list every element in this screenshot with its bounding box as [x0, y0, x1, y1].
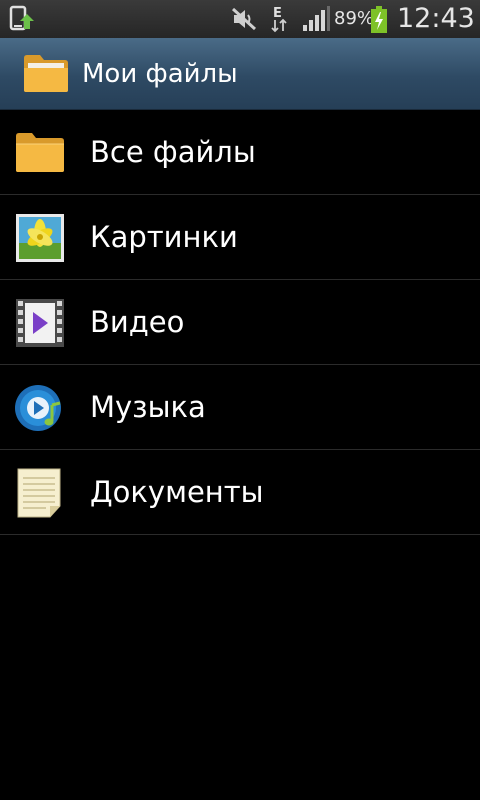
network-type-icon: E: [270, 4, 290, 34]
music-icon: [14, 383, 66, 433]
list-item-label: Видео: [90, 305, 185, 339]
list-item-label: Музыка: [90, 390, 206, 424]
picture-icon: [14, 213, 66, 263]
list-item-videos[interactable]: Видео: [0, 280, 480, 365]
page-title: Мои файлы: [82, 59, 238, 89]
video-icon: [14, 298, 66, 348]
document-icon: [14, 468, 66, 518]
battery-charging-icon: [370, 6, 388, 34]
folder-icon: [22, 52, 70, 94]
status-bar: E 89% 12:43: [0, 0, 480, 38]
app-installed-notification-icon[interactable]: [8, 5, 36, 33]
signal-strength-icon: [302, 6, 330, 32]
network-type-text: E: [273, 6, 282, 21]
category-list: Все файлы Картинки Видео Музыка Документ…: [0, 110, 480, 535]
list-item-pictures[interactable]: Картинки: [0, 195, 480, 280]
list-item-label: Документы: [90, 475, 264, 509]
folder-icon: [14, 128, 66, 178]
battery-percent: 89%: [334, 8, 375, 29]
status-clock: 12:43: [397, 3, 475, 34]
list-item-music[interactable]: Музыка: [0, 365, 480, 450]
screen: E 89% 12:43 Мои файлы Все файлы Картинки…: [0, 0, 480, 800]
list-item-label: Картинки: [90, 220, 238, 254]
list-item-label: Все файлы: [90, 135, 256, 169]
list-item-documents[interactable]: Документы: [0, 450, 480, 535]
action-bar: Мои файлы: [0, 38, 480, 110]
list-item-all-files[interactable]: Все файлы: [0, 110, 480, 195]
mute-icon: [230, 6, 258, 32]
